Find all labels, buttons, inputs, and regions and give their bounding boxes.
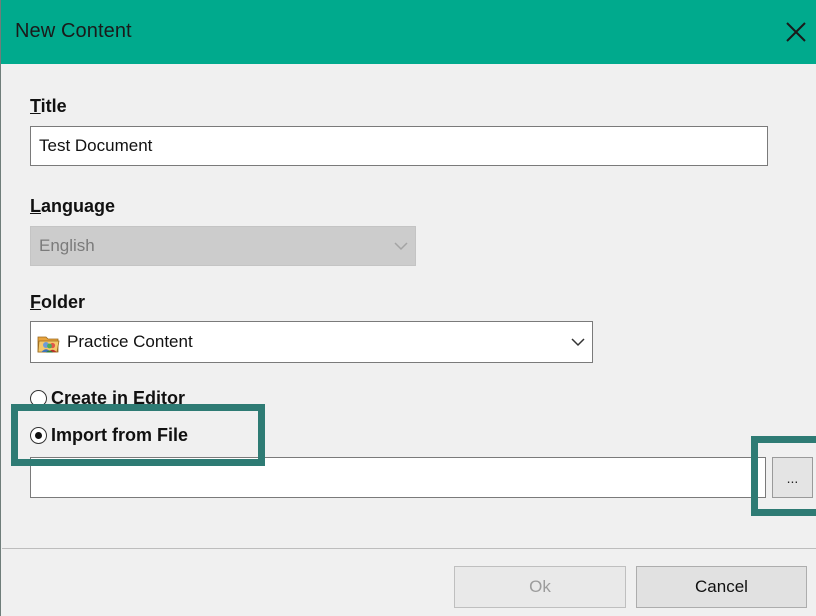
language-label-accel: L — [30, 196, 41, 216]
language-select[interactable]: English — [30, 226, 416, 266]
chevron-down-icon — [387, 227, 415, 265]
language-label-rest: anguage — [41, 196, 116, 216]
language-value: English — [39, 236, 95, 255]
cancel-button-label: Cancel — [695, 577, 748, 596]
chevron-down-icon — [564, 322, 592, 362]
close-button[interactable] — [775, 8, 816, 56]
ok-button-label: Ok — [529, 577, 551, 596]
close-icon — [786, 22, 806, 42]
title-bar: New Content — [1, 0, 816, 64]
title-input[interactable] — [30, 126, 768, 166]
title-label-accel: T — [30, 96, 41, 116]
new-content-dialog: New Content Title Language English Folde… — [0, 0, 816, 616]
browse-button-highlight — [751, 436, 816, 516]
folder-value: Practice Content — [67, 332, 193, 351]
folder-label: Folder — [30, 292, 85, 313]
folder-label-rest: older — [41, 292, 86, 312]
title-label: Title — [30, 96, 67, 117]
title-input-field[interactable] — [39, 136, 759, 156]
folder-label-accel: F — [30, 292, 41, 312]
folder-people-icon — [37, 331, 60, 353]
import-option-highlight — [11, 404, 265, 466]
window-title: New Content — [15, 20, 132, 42]
footer-separator — [2, 548, 816, 549]
title-label-rest: itle — [40, 96, 67, 116]
language-label: Language — [30, 196, 115, 217]
ok-button[interactable]: Ok — [454, 566, 626, 608]
folder-select[interactable]: Practice Content — [30, 321, 593, 363]
file-path-input-field[interactable] — [39, 467, 757, 488]
cancel-button[interactable]: Cancel — [636, 566, 807, 608]
